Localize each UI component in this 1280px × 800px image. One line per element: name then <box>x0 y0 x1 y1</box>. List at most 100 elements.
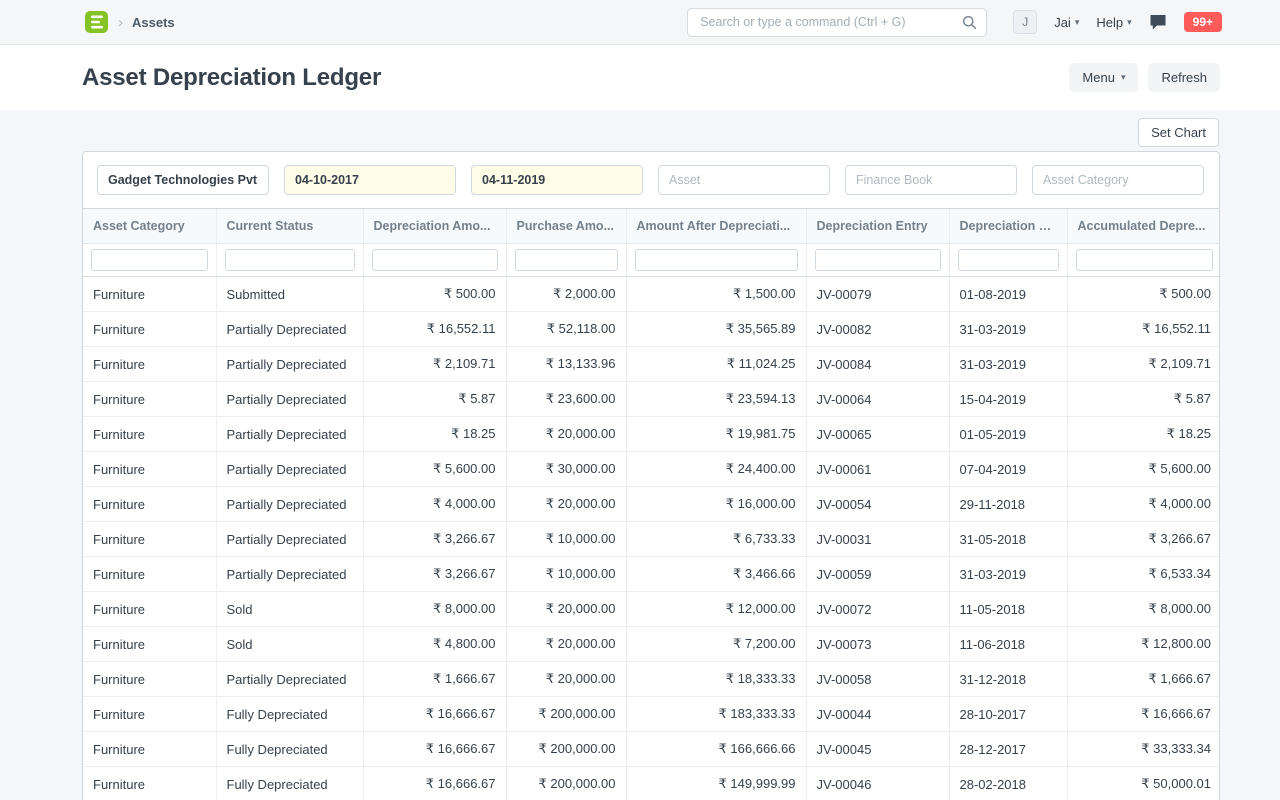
breadcrumb-assets[interactable]: Assets <box>132 15 175 30</box>
table-cell: ₹ 5.87 <box>1067 382 1219 417</box>
table-row: FurniturePartially Depreciated₹ 18.25₹ 2… <box>83 417 1219 452</box>
set-chart-button[interactable]: Set Chart <box>1138 118 1219 147</box>
cell-link[interactable]: JV-00065 <box>806 417 949 452</box>
cell-link[interactable]: JV-00064 <box>806 382 949 417</box>
avatar[interactable]: J <box>1013 10 1037 34</box>
table-cell: Sold <box>216 627 363 662</box>
navbar-right: J Jai Help 99+ <box>1013 10 1222 34</box>
table-cell: 11-05-2018 <box>949 592 1067 627</box>
cell-link[interactable]: JV-00084 <box>806 347 949 382</box>
table-row: FurniturePartially Depreciated₹ 3,266.67… <box>83 557 1219 592</box>
user-menu[interactable]: Jai <box>1054 15 1079 30</box>
column-filter-input[interactable] <box>815 249 941 271</box>
table-cell: ₹ 20,000.00 <box>506 662 626 697</box>
table-cell: ₹ 18.25 <box>1067 417 1219 452</box>
table-cell: Partially Depreciated <box>216 452 363 487</box>
cell-link[interactable]: JV-00058 <box>806 662 949 697</box>
cell-link[interactable]: JV-00054 <box>806 487 949 522</box>
column-filter-cell <box>506 244 626 277</box>
datatable: Asset CategoryCurrent StatusDepreciation… <box>83 208 1219 800</box>
search-input[interactable] <box>687 8 987 37</box>
filter-asset-category[interactable] <box>1032 165 1204 195</box>
table-cell: ₹ 2,000.00 <box>506 277 626 312</box>
column-header[interactable]: Depreciation Entry <box>806 209 949 244</box>
table-cell: ₹ 200,000.00 <box>506 697 626 732</box>
cell-link[interactable]: JV-00059 <box>806 557 949 592</box>
column-header[interactable]: Depreciation D... <box>949 209 1067 244</box>
page-head: Asset Depreciation Ledger Menu Refresh <box>0 45 1280 110</box>
table-cell: ₹ 6,733.33 <box>626 522 806 557</box>
table-cell: Furniture <box>83 277 216 312</box>
chevron-down-icon <box>1075 17 1080 28</box>
table-head-row: Asset CategoryCurrent StatusDepreciation… <box>83 209 1219 244</box>
cell-link[interactable]: JV-00072 <box>806 592 949 627</box>
table-cell: Furniture <box>83 312 216 347</box>
notification-badge[interactable]: 99+ <box>1184 12 1222 32</box>
table-cell: ₹ 19,981.75 <box>626 417 806 452</box>
column-filter-input[interactable] <box>372 249 498 271</box>
cell-link[interactable]: JV-00073 <box>806 627 949 662</box>
cell-link[interactable]: JV-00079 <box>806 277 949 312</box>
cell-link[interactable]: JV-00045 <box>806 732 949 767</box>
filter-company[interactable] <box>97 165 269 195</box>
report-card: Asset CategoryCurrent StatusDepreciation… <box>82 151 1220 800</box>
table-cell: Furniture <box>83 347 216 382</box>
table-cell: ₹ 30,000.00 <box>506 452 626 487</box>
refresh-button[interactable]: Refresh <box>1148 63 1220 92</box>
table-cell: Furniture <box>83 592 216 627</box>
erpnext-logo-icon[interactable] <box>84 10 109 34</box>
table-row: FurnitureFully Depreciated₹ 16,666.67₹ 2… <box>83 767 1219 800</box>
column-filter-input[interactable] <box>225 249 355 271</box>
table-cell: 28-10-2017 <box>949 697 1067 732</box>
cell-link[interactable]: JV-00044 <box>806 697 949 732</box>
table-cell: ₹ 12,800.00 <box>1067 627 1219 662</box>
cell-link[interactable]: JV-00031 <box>806 522 949 557</box>
filter-asset[interactable] <box>658 165 830 195</box>
cell-link[interactable]: JV-00061 <box>806 452 949 487</box>
chart-toolbar: Set Chart <box>82 110 1220 151</box>
cell-link[interactable]: JV-00082 <box>806 312 949 347</box>
table-row: FurniturePartially Depreciated₹ 1,666.67… <box>83 662 1219 697</box>
table-cell: ₹ 149,999.99 <box>626 767 806 800</box>
table-cell: Furniture <box>83 697 216 732</box>
column-header[interactable]: Depreciation Amo... <box>363 209 506 244</box>
table-cell: Sold <box>216 592 363 627</box>
table-cell: 31-05-2018 <box>949 522 1067 557</box>
table-cell: ₹ 5.87 <box>363 382 506 417</box>
table-cell: ₹ 33,333.34 <box>1067 732 1219 767</box>
table-cell: ₹ 10,000.00 <box>506 522 626 557</box>
column-filter-input[interactable] <box>1076 249 1214 271</box>
table-cell: 31-03-2019 <box>949 347 1067 382</box>
table-cell: ₹ 200,000.00 <box>506 732 626 767</box>
table-cell: ₹ 50,000.01 <box>1067 767 1219 800</box>
column-filter-input[interactable] <box>958 249 1059 271</box>
table-cell: 31-03-2019 <box>949 557 1067 592</box>
search-icon <box>962 15 977 33</box>
table-filter-row <box>83 244 1219 277</box>
menu-button[interactable]: Menu <box>1069 63 1138 92</box>
column-filter-input[interactable] <box>635 249 798 271</box>
table-row: FurniturePartially Depreciated₹ 16,552.1… <box>83 312 1219 347</box>
column-header[interactable]: Current Status <box>216 209 363 244</box>
table-cell: ₹ 35,565.89 <box>626 312 806 347</box>
cell-link[interactable]: JV-00046 <box>806 767 949 800</box>
table-cell: Partially Depreciated <box>216 662 363 697</box>
table-cell: Partially Depreciated <box>216 312 363 347</box>
column-header[interactable]: Purchase Amo... <box>506 209 626 244</box>
breadcrumb-chevron-icon <box>118 15 123 30</box>
table-row: FurnitureSold₹ 4,800.00₹ 20,000.00₹ 7,20… <box>83 627 1219 662</box>
table-cell: ₹ 23,594.13 <box>626 382 806 417</box>
chat-icon[interactable] <box>1149 14 1167 31</box>
table-row: FurniturePartially Depreciated₹ 3,266.67… <box>83 522 1219 557</box>
column-header[interactable]: Accumulated Depre... <box>1067 209 1219 244</box>
help-menu[interactable]: Help <box>1096 15 1131 30</box>
table-cell: Furniture <box>83 417 216 452</box>
filter-from-date[interactable] <box>284 165 456 195</box>
filter-finance-book[interactable] <box>845 165 1017 195</box>
filter-to-date[interactable] <box>471 165 643 195</box>
column-header[interactable]: Amount After Depreciati... <box>626 209 806 244</box>
table-cell: ₹ 16,666.67 <box>363 732 506 767</box>
column-filter-input[interactable] <box>91 249 208 271</box>
column-header[interactable]: Asset Category <box>83 209 216 244</box>
column-filter-input[interactable] <box>515 249 618 271</box>
